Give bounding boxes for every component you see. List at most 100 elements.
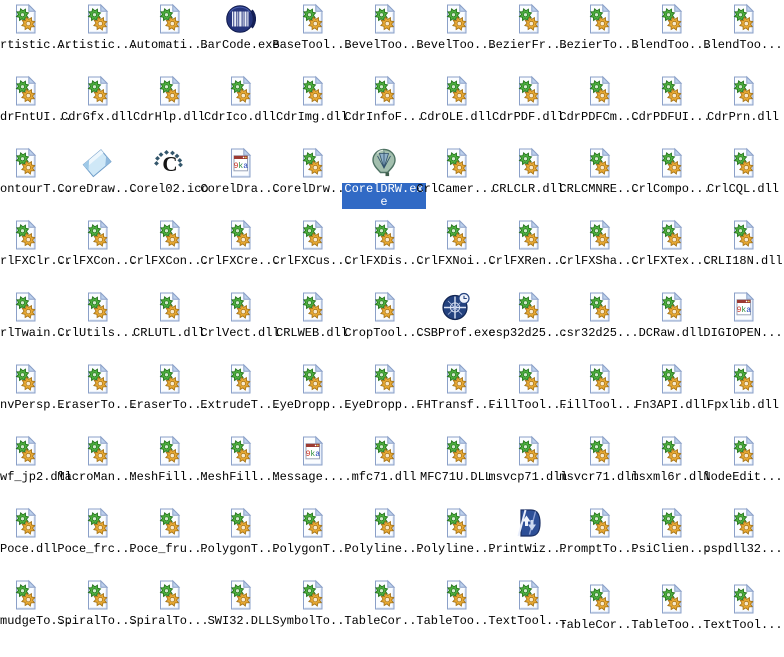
file-item[interactable]: wf_jp2.dll (0, 435, 72, 505)
file-item[interactable]: CropTool... (344, 291, 424, 361)
file-label: SpiralTo... (129, 614, 209, 628)
file-item[interactable]: BarCode.exe (200, 3, 280, 73)
file-item[interactable]: CrlVect.dll (200, 291, 280, 361)
file-item[interactable]: CrlCQL.dll (707, 147, 779, 217)
file-item[interactable]: Artistic... (57, 3, 137, 73)
file-item[interactable]: C Corel02.ico (129, 147, 209, 217)
file-item[interactable]: Poce.dll (0, 507, 61, 577)
file-item[interactable]: FHTransf... (416, 363, 496, 433)
file-item[interactable]: BlendToo... (703, 3, 783, 73)
file-item[interactable]: CrlFXCre... (200, 219, 280, 289)
file-item[interactable]: rtistic... (0, 3, 72, 73)
file-item[interactable]: SpiralTo... (57, 579, 137, 649)
file-item[interactable]: CdrGfx.dll (61, 75, 133, 145)
file-item[interactable]: CSBProf.exe (416, 291, 496, 361)
file-item[interactable]: EraserTo... (129, 363, 209, 433)
file-item[interactable]: 9ka DIGIOPEN... (703, 291, 783, 361)
file-item[interactable]: CdrHlp.dll (133, 75, 205, 145)
file-item[interactable]: CdrOLE.dll (420, 75, 492, 145)
file-item[interactable]: mudgeTo... (0, 579, 72, 649)
file-item[interactable]: Poce_frc... (57, 507, 137, 577)
file-item[interactable]: TextTool... (488, 579, 568, 649)
file-item[interactable]: CrlFXRen... (488, 219, 568, 289)
file-item[interactable]: PolygonT... (272, 507, 352, 577)
file-item[interactable]: CrlCamer... (416, 147, 496, 217)
file-item[interactable]: CRLCLR.dll (492, 147, 564, 217)
file-item[interactable]: Polyline... (344, 507, 424, 577)
file-item[interactable]: TableCor... (344, 579, 424, 649)
file-item[interactable]: EyeDropp... (272, 363, 352, 433)
file-item[interactable]: CrlFXCon... (129, 219, 209, 289)
file-item[interactable]: CrlFXTex... (631, 219, 711, 289)
file-item[interactable]: PromptTo... (559, 507, 639, 577)
file-item[interactable]: rlFXClr... (0, 219, 72, 289)
file-item[interactable]: nvPersp... (0, 363, 72, 433)
file-item[interactable]: MeshFill... (129, 435, 209, 505)
file-item[interactable]: TableToo... (416, 579, 496, 649)
file-item[interactable]: CoreDraw... (57, 147, 137, 217)
file-item[interactable]: CdrInfoF... (344, 75, 424, 145)
file-item[interactable]: CorelDrw... (272, 147, 352, 217)
file-item[interactable]: EraserTo... (57, 363, 137, 433)
file-item[interactable]: MeshFill... (200, 435, 280, 505)
file-item[interactable]: CrlFXNoi... (416, 219, 496, 289)
file-item[interactable]: Automati... (129, 3, 209, 73)
file-item[interactable]: csp32d25... (488, 291, 568, 361)
file-item[interactable]: msvcr71.dll (559, 435, 639, 505)
file-item[interactable]: CdrPDFCm... (559, 75, 639, 145)
file-item[interactable]: TableToo... (631, 583, 711, 653)
file-item[interactable]: TextTool... (703, 583, 783, 653)
file-item[interactable]: CdrPDF.dll (492, 75, 564, 145)
file-item[interactable]: msvcp71.dll (488, 435, 568, 505)
file-item[interactable]: BevelToo... (344, 3, 424, 73)
file-item[interactable]: SymbolTo... (272, 579, 352, 649)
file-item[interactable]: TableCor... (559, 583, 639, 653)
file-item[interactable]: Fpxlib.dll (707, 363, 779, 433)
file-item[interactable]: drFntUI... (0, 75, 72, 145)
file-item[interactable]: BezierFr... (488, 3, 568, 73)
file-item[interactable]: CrlFXSha... (559, 219, 639, 289)
file-item[interactable]: BaseTool... (272, 3, 352, 73)
file-item[interactable]: ExtrudeT... (200, 363, 280, 433)
file-item[interactable]: BezierTo... (559, 3, 639, 73)
file-item[interactable]: CRLI18N.dll (703, 219, 783, 289)
file-item[interactable]: PolygonT... (200, 507, 280, 577)
file-item[interactable]: SWI32.DLL (204, 579, 276, 649)
file-item[interactable]: PsiClien... (631, 507, 711, 577)
file-item[interactable]: NodeEdit... (703, 435, 783, 505)
file-item[interactable]: csr32d25... (559, 291, 639, 361)
file-item[interactable]: CrlFXCus... (272, 219, 352, 289)
file-item[interactable]: ontourT... (0, 147, 72, 217)
file-item[interactable]: mfc71.dll (348, 435, 420, 505)
file-item[interactable]: CrlCompo... (631, 147, 711, 217)
file-item-selected[interactable]: CorelDRW.ex e (342, 147, 426, 217)
file-item[interactable]: 9ka CorelDra... (200, 147, 280, 217)
file-item[interactable]: PrintWiz... (488, 507, 568, 577)
file-item[interactable]: pspdll32... (703, 507, 783, 577)
file-item[interactable]: EyeDropp... (344, 363, 424, 433)
file-item[interactable]: rlTwain... (0, 291, 72, 361)
file-item[interactable]: BlendToo... (631, 3, 711, 73)
file-item[interactable]: CrlFXCon... (57, 219, 137, 289)
file-item[interactable]: CRLUTL.dll (133, 291, 205, 361)
file-item[interactable]: FillTool... (559, 363, 639, 433)
file-item[interactable]: CdrPDFUI... (631, 75, 711, 145)
file-item[interactable]: FillTool... (488, 363, 568, 433)
file-item[interactable]: msxml6r.dll (631, 435, 711, 505)
file-item[interactable]: CdrIco.dll (204, 75, 276, 145)
file-item[interactable]: Poce_fru... (129, 507, 209, 577)
file-item[interactable]: DCRaw.dll (635, 291, 707, 361)
file-item[interactable]: SpiralTo... (129, 579, 209, 649)
file-item[interactable]: MFC71U.DLL (420, 435, 492, 505)
file-item[interactable]: CRLCMNRE... (559, 147, 639, 217)
file-item[interactable]: BevelToo... (416, 3, 496, 73)
file-item[interactable]: MacroMan... (57, 435, 137, 505)
file-item[interactable]: Fn3API.dll (635, 363, 707, 433)
file-item[interactable]: CdrPrn.dll (707, 75, 779, 145)
file-item[interactable]: CrlUtils... (57, 291, 137, 361)
file-item[interactable]: CdrImg.dll (276, 75, 348, 145)
file-item[interactable]: CRLWEB.dll (276, 291, 348, 361)
file-item[interactable]: Polyline... (416, 507, 496, 577)
file-item[interactable]: CrlFXDis... (344, 219, 424, 289)
file-item[interactable]: 9ka Message.... (272, 435, 352, 505)
